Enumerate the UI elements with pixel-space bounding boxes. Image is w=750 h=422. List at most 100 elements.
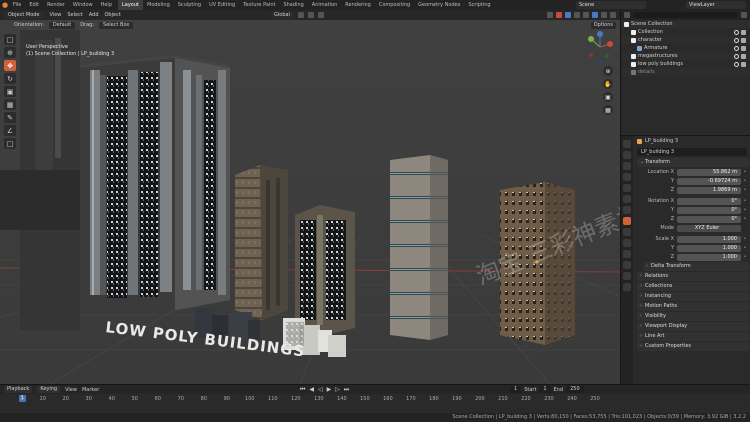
rotation-x-field[interactable]: Rotation X 0° • <box>637 197 749 205</box>
keying-menu[interactable]: Keying <box>37 386 61 393</box>
render-tab-icon[interactable] <box>623 151 631 159</box>
outliner-editor-icon[interactable] <box>624 12 630 18</box>
rotation-y-field[interactable]: Y 0° • <box>637 206 749 214</box>
outliner-item-megastructures[interactable]: megastructures <box>621 52 750 60</box>
timeline-view-menu[interactable]: View <box>65 387 77 393</box>
tab-texture-paint[interactable]: Texture Paint <box>239 0 279 10</box>
scale-y-value[interactable]: 1.000 <box>677 244 741 252</box>
visibility-section[interactable]: Visibility <box>637 312 749 321</box>
annotate-icon[interactable]: ✎ <box>4 112 16 123</box>
rotation-x-value[interactable]: 0° <box>677 197 741 205</box>
tab-geometry-nodes[interactable]: Geometry Nodes <box>414 0 464 10</box>
xray-icon[interactable] <box>574 12 580 18</box>
modifier-tab-icon[interactable] <box>623 228 631 236</box>
vp-menu-add[interactable]: Add <box>89 12 99 18</box>
rotation-z-field[interactable]: Z 0° • <box>637 215 749 223</box>
transform-icon[interactable]: ▦ <box>4 99 16 110</box>
object-name-field[interactable]: LP_building 3 <box>637 148 747 156</box>
add-cube-icon[interactable]: □ <box>4 138 16 149</box>
lock-icon[interactable]: • <box>741 245 749 251</box>
outliner-root[interactable]: Scene Collection <box>621 20 750 28</box>
delta-transform-section[interactable]: Delta Transform <box>643 262 749 271</box>
current-frame-field[interactable]: 1 <box>510 386 522 393</box>
scene-selector[interactable]: Scene <box>576 1 646 9</box>
constraints-tab-icon[interactable] <box>623 261 631 269</box>
scale-y-field[interactable]: Y 1.000 • <box>637 244 749 252</box>
camera-toggle-icon[interactable] <box>741 37 746 43</box>
zoom-icon[interactable]: ⊕ <box>603 66 613 76</box>
move-icon[interactable]: ✥ <box>4 60 16 71</box>
lock-icon[interactable]: • <box>741 236 749 242</box>
vp-menu-view[interactable]: View <box>50 12 62 18</box>
prev-key-icon[interactable]: ◀ <box>309 386 314 394</box>
camera-view-icon[interactable]: ▣ <box>603 92 613 102</box>
pan-icon[interactable]: ✋ <box>603 79 613 89</box>
menu-help[interactable]: Help <box>101 2 112 8</box>
play-icon[interactable]: ▶ <box>327 386 332 394</box>
eye-icon[interactable] <box>734 45 739 51</box>
rotation-y-value[interactable]: 0° <box>677 206 741 214</box>
rotate-icon[interactable]: ↻ <box>4 73 16 84</box>
snap-icon[interactable] <box>307 12 314 18</box>
jump-end-icon[interactable]: ⏭ <box>344 386 349 394</box>
scale-z-field[interactable]: Z 1.000 • <box>637 253 749 261</box>
outliner-item-collection[interactable]: Collection <box>621 28 750 36</box>
gizmo-toggle-icon[interactable] <box>556 12 562 18</box>
outliner-item-character[interactable]: character <box>621 36 750 44</box>
particles-tab-icon[interactable] <box>623 239 631 247</box>
output-tab-icon[interactable] <box>623 162 631 170</box>
lock-icon[interactable]: • <box>741 169 749 175</box>
menu-file[interactable]: File <box>13 2 21 8</box>
play-reverse-icon[interactable]: ◁ <box>318 386 323 394</box>
view-layer-selector[interactable]: ViewLayer <box>686 1 746 9</box>
material-tab-icon[interactable] <box>623 283 631 291</box>
tab-uv-editing[interactable]: UV Editing <box>205 0 239 10</box>
mode-selector[interactable]: Object Mode <box>4 11 44 19</box>
location-x-value[interactable]: 55.862 m <box>677 168 741 176</box>
tab-rendering[interactable]: Rendering <box>341 0 375 10</box>
measure-icon[interactable]: ∠ <box>4 125 16 136</box>
camera-toggle-icon[interactable] <box>741 53 746 59</box>
visibility-icon[interactable] <box>547 12 553 18</box>
jump-start-icon[interactable]: ⏮ <box>300 386 305 394</box>
scale-x-field[interactable]: Scale X 1.000 • <box>637 235 749 243</box>
lock-icon[interactable]: • <box>741 198 749 204</box>
location-y-field[interactable]: Y -0.69724 m • <box>637 177 749 185</box>
eye-icon[interactable] <box>734 61 739 67</box>
instancing-section[interactable]: Instancing <box>637 292 749 301</box>
tool-tab-icon[interactable] <box>623 140 631 148</box>
transform-orientation[interactable]: Global <box>270 11 294 19</box>
tab-modeling[interactable]: Modeling <box>143 0 174 10</box>
camera-toggle-icon[interactable] <box>741 29 746 35</box>
cursor-icon[interactable]: ⊕ <box>4 47 16 58</box>
overlay-toggle-icon[interactable] <box>565 12 571 18</box>
lock-icon[interactable]: • <box>741 187 749 193</box>
marker-menu[interactable]: Marker <box>82 387 99 393</box>
location-z-value[interactable]: 1.9869 m <box>677 186 741 194</box>
options-button[interactable]: Options <box>590 22 616 29</box>
tab-sculpting[interactable]: Sculpting <box>174 0 205 10</box>
data-tab-icon[interactable] <box>623 272 631 280</box>
vp-menu-object[interactable]: Object <box>105 12 121 18</box>
lock-icon[interactable]: • <box>741 178 749 184</box>
outliner-item-details[interactable]: details <box>621 68 750 76</box>
navigation-gizmo[interactable] <box>585 30 615 64</box>
shading-material-icon[interactable] <box>601 12 607 18</box>
rotation-mode-field[interactable]: Mode XYZ Euler <box>637 224 749 232</box>
shading-solid-icon[interactable] <box>592 12 598 18</box>
scale-x-value[interactable]: 1.000 <box>677 235 741 243</box>
scale-icon[interactable]: ▣ <box>4 86 16 97</box>
rotation-z-value[interactable]: 0° <box>677 215 741 223</box>
collections-section[interactable]: Collections <box>637 282 749 291</box>
transform-section[interactable]: Transform <box>637 158 749 167</box>
object-tab-icon[interactable] <box>623 217 631 225</box>
motion-paths-section[interactable]: Motion Paths <box>637 302 749 311</box>
scene-tab-icon[interactable] <box>623 184 631 192</box>
eye-icon[interactable] <box>734 37 739 43</box>
pivot-icon[interactable] <box>297 12 304 18</box>
3d-viewport[interactable]: LOW POLY BUILDINGS Object Mode View Sele… <box>0 10 620 384</box>
rotation-mode-dropdown[interactable]: XYZ Euler <box>677 224 741 232</box>
next-key-icon[interactable]: ▷ <box>335 386 340 394</box>
shading-wire-icon[interactable] <box>583 12 589 18</box>
vp-menu-select[interactable]: Select <box>67 12 82 18</box>
